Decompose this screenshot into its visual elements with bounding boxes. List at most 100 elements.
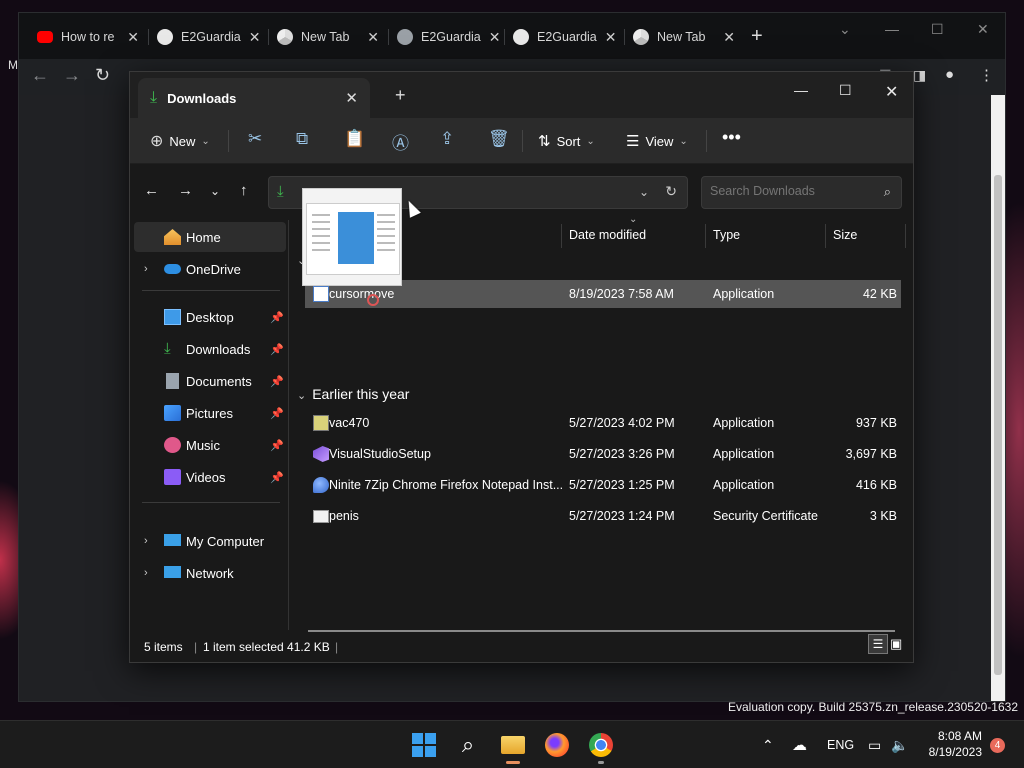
nav-label: Network xyxy=(186,565,234,581)
file-name: VisualStudioSetup xyxy=(329,447,431,461)
forward-icon[interactable]: → xyxy=(63,65,81,86)
start-button[interactable] xyxy=(408,729,440,761)
close-window-icon[interactable]: ✕ xyxy=(885,82,898,102)
reload-icon[interactable]: ↻ xyxy=(95,65,110,86)
close-icon[interactable]: ✕ xyxy=(367,29,379,46)
close-icon[interactable]: ✕ xyxy=(723,29,735,46)
certificate-icon xyxy=(313,510,329,523)
new-button[interactable]: ⊕ New ⌄ xyxy=(150,126,210,156)
file-row-visualstudiosetup[interactable]: VisualStudioSetup 5/27/2023 3:26 PM Appl… xyxy=(305,440,901,468)
close-icon[interactable]: ✕ xyxy=(249,29,261,46)
back-icon[interactable]: ← xyxy=(31,65,49,86)
search-icon[interactable]: ⌕ xyxy=(452,729,484,761)
close-tab-icon[interactable]: ✕ xyxy=(345,89,358,107)
pin-icon[interactable]: 📌 xyxy=(270,407,284,420)
nav-item-network[interactable]: › Network xyxy=(134,558,286,588)
chrome-taskbar-button[interactable] xyxy=(585,729,617,764)
selection-info: 1 item selected 41.2 KB xyxy=(203,640,330,654)
volume-icon[interactable]: 🔈 xyxy=(891,721,908,768)
more-icon[interactable]: ••• xyxy=(722,127,741,148)
up-icon[interactable]: ↑ xyxy=(240,182,248,199)
close-icon[interactable]: ✕ xyxy=(489,29,501,46)
file-explorer-taskbar-button[interactable] xyxy=(497,729,529,764)
file-row-vac470[interactable]: vac470 5/27/2023 4:02 PM Application 937… xyxy=(305,409,901,437)
address-dropdown-icon[interactable]: ⌄ xyxy=(639,185,649,199)
details-view-icon[interactable]: ☰ xyxy=(868,634,888,654)
page-scrollbar[interactable] xyxy=(991,95,1005,701)
view-button[interactable]: ☰ View ⌄ xyxy=(626,126,688,156)
cloud-offline-icon[interactable]: ☁ xyxy=(792,721,807,768)
sort-button[interactable]: ⇅ Sort ⌄ xyxy=(538,126,595,156)
close-window-icon[interactable]: ✕ xyxy=(977,21,989,38)
firefox-taskbar-button[interactable] xyxy=(541,729,573,761)
nav-item-videos[interactable]: Videos 📌 xyxy=(134,462,286,492)
chrome-tab-2[interactable]: E2Guardia ✕ xyxy=(148,23,267,51)
nav-item-downloads[interactable]: ⤓ Downloads 📌 xyxy=(134,334,286,364)
expand-chevron-icon[interactable]: › xyxy=(144,567,148,579)
expand-chevron-icon[interactable]: › xyxy=(144,263,148,275)
group-earlier-this-year[interactable]: ⌄ Earlier this year xyxy=(297,386,409,402)
delete-icon[interactable]: 🗑 xyxy=(488,129,510,149)
refresh-icon[interactable]: ↻ xyxy=(665,183,677,200)
expand-chevron-icon[interactable]: › xyxy=(144,535,148,547)
maximize-icon[interactable]: ☐ xyxy=(839,82,852,99)
chrome-tab-5[interactable]: E2Guardia ✕ xyxy=(504,23,623,51)
pin-icon[interactable]: 📌 xyxy=(270,439,284,452)
rename-icon[interactable]: Ⓐ xyxy=(392,129,409,154)
folder-icon xyxy=(501,736,525,754)
tiles-view-icon[interactable]: ▣ xyxy=(890,636,902,652)
group-label: Earlier this year xyxy=(312,386,410,402)
new-tab-icon[interactable]: + xyxy=(751,25,763,48)
nav-item-documents[interactable]: Documents 📌 xyxy=(134,366,286,396)
sidepanel-icon[interactable]: ◨ xyxy=(913,67,926,84)
paste-icon[interactable]: 📋 xyxy=(344,129,365,149)
minimize-icon[interactable]: — xyxy=(794,82,808,98)
close-icon[interactable]: ✕ xyxy=(605,29,617,46)
pin-icon[interactable]: 📌 xyxy=(270,311,284,324)
nav-item-music[interactable]: Music 📌 xyxy=(134,430,286,460)
chrome-tab-3[interactable]: New Tab ✕ xyxy=(268,23,387,51)
file-row-penis[interactable]: penis 5/27/2023 1:24 PM Security Certifi… xyxy=(305,502,901,530)
chrome-tab-4[interactable]: E2Guardia ✕ xyxy=(388,23,507,51)
back-icon[interactable]: ← xyxy=(144,182,159,199)
pin-icon[interactable]: 📌 xyxy=(270,343,284,356)
clock[interactable]: 8:08 AM 8/19/2023 xyxy=(929,728,982,760)
view-label: View xyxy=(645,133,674,149)
forward-icon[interactable]: → xyxy=(178,182,193,199)
github-icon xyxy=(157,29,173,45)
show-hidden-icons[interactable]: ⌃ xyxy=(762,721,774,768)
minimize-icon[interactable]: — xyxy=(885,21,899,37)
downloads-icon: ⤓ xyxy=(164,340,171,357)
copy-icon[interactable]: ⧉ xyxy=(296,129,308,149)
file-row-ninite[interactable]: Ninite 7Zip Chrome Firefox Notepad Inst.… xyxy=(305,471,901,499)
chrome-tab-6[interactable]: New Tab ✕ xyxy=(624,23,743,51)
network-status-icon[interactable]: ▭ xyxy=(868,721,881,768)
nav-item-desktop[interactable]: Desktop 📌 xyxy=(134,302,286,332)
close-icon[interactable]: ✕ xyxy=(127,29,139,46)
nav-item-my-computer[interactable]: › My Computer xyxy=(134,526,286,556)
profile-icon[interactable]: ● xyxy=(945,66,954,83)
pin-icon[interactable]: 📌 xyxy=(270,471,284,484)
search-box[interactable]: ⌕ xyxy=(701,176,902,209)
menu-icon[interactable]: ⋮ xyxy=(979,66,994,84)
column-size[interactable]: Size xyxy=(833,220,857,250)
nav-item-home[interactable]: Home xyxy=(134,222,286,252)
language-indicator[interactable]: ENG xyxy=(827,721,854,768)
search-input[interactable] xyxy=(710,184,870,198)
nav-item-onedrive[interactable]: › OneDrive xyxy=(134,254,286,284)
explorer-tab-downloads[interactable]: ⤓ Downloads ✕ xyxy=(138,78,370,118)
chrome-tab-1[interactable]: How to re ✕ xyxy=(29,23,147,51)
clock-time: 8:08 AM xyxy=(937,729,982,743)
scrollbar-thumb[interactable] xyxy=(994,175,1002,675)
notification-badge[interactable]: 4 xyxy=(990,738,1005,753)
new-tab-icon[interactable]: + xyxy=(395,85,406,106)
cut-icon[interactable]: ✂ xyxy=(248,129,262,149)
column-type[interactable]: Type xyxy=(713,220,740,250)
nav-item-pictures[interactable]: Pictures 📌 xyxy=(134,398,286,428)
recent-chevron-icon[interactable]: ⌄ xyxy=(210,184,220,198)
share-icon[interactable]: ⇪ xyxy=(440,129,454,149)
tab-search-icon[interactable]: ⌄ xyxy=(839,21,851,38)
group-collapse-icon[interactable]: ⌄ xyxy=(297,390,306,402)
pin-icon[interactable]: 📌 xyxy=(270,375,284,388)
maximize-icon[interactable]: ☐ xyxy=(931,21,944,38)
